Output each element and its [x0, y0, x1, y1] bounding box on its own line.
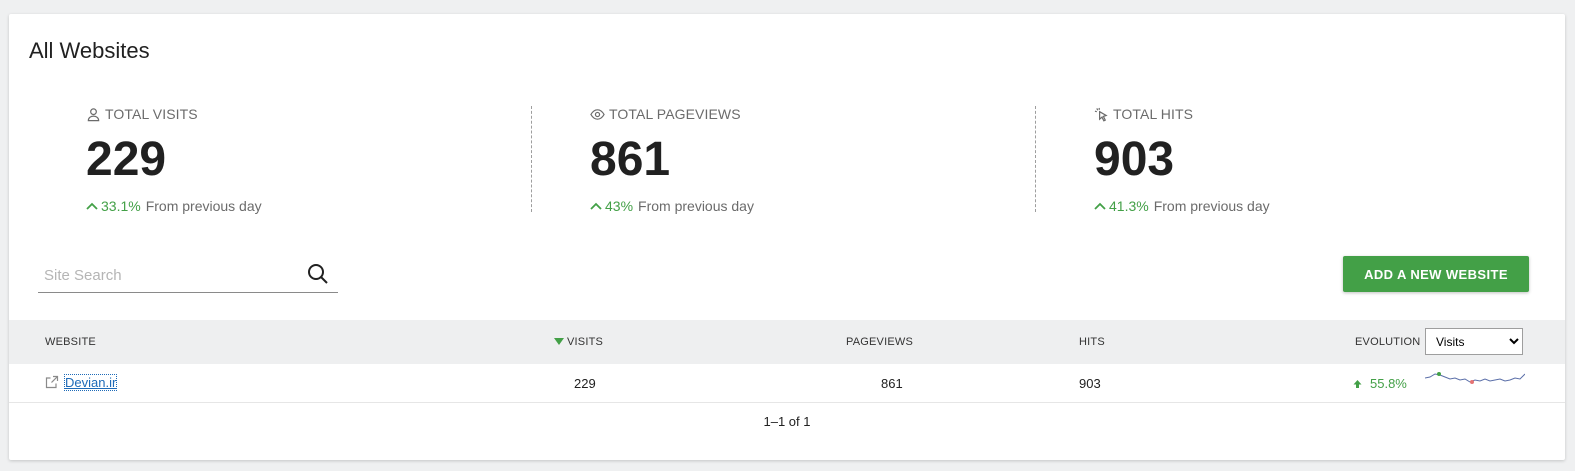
cell-evolution: 55.8%	[1353, 376, 1407, 391]
kpi-total-pageviews: TOTAL PAGEVIEWS 861 43% From previous da…	[590, 106, 1010, 214]
kpi-change-text: From previous day	[145, 198, 262, 214]
kpi-value: 229	[86, 133, 167, 186]
kpi-total-hits: TOTAL HITS 903 41.3% From previous day	[1094, 106, 1514, 214]
kpi-divider	[531, 106, 532, 212]
kpi-change: 33.1%	[101, 198, 141, 214]
cell-visits: 229	[574, 376, 596, 391]
column-header-website[interactable]: WEBSITE	[45, 336, 96, 348]
column-header-pageviews[interactable]: PAGEVIEWS	[846, 336, 913, 348]
kpi-total-visits: TOTAL VISITS 229 33.1% From previous day	[86, 106, 506, 214]
kpi-change-text: From previous day	[1153, 198, 1270, 214]
chevron-up-icon	[590, 202, 602, 210]
column-header-evolution: EVOLUTION	[1355, 336, 1421, 348]
evolution-value: 55.8%	[1370, 376, 1407, 391]
kpi-value: 903	[1094, 133, 1175, 186]
cell-hits: 903	[1079, 376, 1101, 391]
kpi-value: 861	[590, 133, 671, 186]
kpi-change: 41.3%	[1109, 198, 1149, 214]
evolution-metric-select[interactable]: Visits	[1425, 328, 1523, 355]
column-header-visits[interactable]: VISITS	[554, 336, 603, 348]
site-search	[38, 258, 338, 293]
kpi-change: 43%	[605, 198, 634, 214]
kpi-label: TOTAL PAGEVIEWS	[609, 106, 741, 122]
kpi-label: TOTAL HITS	[1113, 106, 1194, 122]
add-website-button[interactable]: ADD A NEW WEBSITE	[1343, 256, 1529, 292]
visits-sparkline	[1425, 372, 1525, 384]
eye-icon	[590, 108, 605, 120]
website-link[interactable]: Devian.ir	[63, 374, 118, 391]
websites-card: All Websites TOTAL VISITS 229 33.1% From…	[9, 14, 1565, 460]
chevron-up-icon	[1094, 202, 1106, 210]
pagination-info: 1–1 of 1	[763, 414, 811, 429]
search-input[interactable]	[42, 262, 296, 288]
sparkline-low-point	[1470, 380, 1474, 384]
page-title: All Websites	[29, 38, 150, 63]
kpi-change-text: From previous day	[638, 198, 754, 214]
column-header-hits[interactable]: HITS	[1079, 336, 1105, 348]
kpi-divider	[1035, 106, 1036, 212]
sparkline-high-point	[1437, 372, 1441, 376]
cell-pageviews: 861	[881, 376, 903, 391]
column-header-label: VISITS	[567, 336, 604, 348]
external-link-icon[interactable]	[45, 375, 59, 389]
chevron-up-icon	[86, 202, 98, 210]
cursor-click-icon	[1094, 107, 1108, 122]
table-row: Devian.ir 229 861 903 55.8%	[9, 364, 1565, 403]
sort-desc-icon	[554, 338, 564, 345]
arrow-up-icon	[1353, 379, 1362, 388]
kpi-label: TOTAL VISITS	[105, 106, 198, 122]
search-icon[interactable]	[306, 262, 330, 286]
table-header: WEBSITE VISITS PAGEVIEWS HITS EVOLUTION …	[9, 320, 1565, 364]
person-icon	[87, 107, 100, 121]
